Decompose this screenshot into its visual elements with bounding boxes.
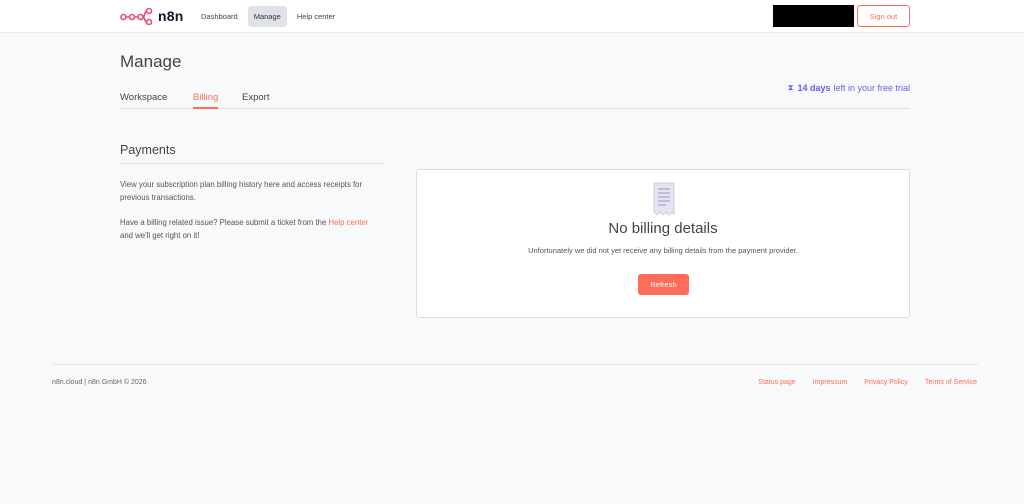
manage-tabs: Workspace Billing Export	[120, 92, 910, 109]
main-nav: Dashboard Manage Help center	[195, 6, 345, 27]
billing-details-card: No billing details Unfortunately we did …	[416, 169, 910, 318]
footer-link-impressum[interactable]: Impressum	[813, 379, 848, 386]
n8n-logo-icon	[120, 7, 153, 25]
footer-link-terms-of-service[interactable]: Terms of Service	[925, 379, 977, 386]
tab-workspace[interactable]: Workspace	[120, 92, 167, 109]
nav-manage[interactable]: Manage	[247, 6, 287, 27]
payments-description: View your subscription plan billing hist…	[120, 180, 363, 202]
receipt-icon	[653, 182, 675, 216]
no-billing-title: No billing details	[608, 220, 718, 237]
refresh-button[interactable]: Refresh	[638, 274, 689, 295]
help-center-link[interactable]: Help center	[328, 218, 368, 227]
footer-links: Status page Impressum Privacy Policy Ter…	[741, 379, 977, 386]
account-menu[interactable]	[773, 5, 854, 27]
nav-dashboard[interactable]: Dashboard	[195, 6, 244, 27]
billing-issue-suffix: and we'll get right on it!	[120, 231, 200, 240]
tab-export[interactable]: Export	[242, 92, 269, 109]
footer-link-privacy-policy[interactable]: Privacy Policy	[864, 379, 908, 386]
footer-divider	[52, 364, 978, 365]
footer-copyright: n8n.cloud | n8n GmbH © 2026	[52, 379, 147, 386]
billing-issue-prefix: Have a billing related issue? Please sub…	[120, 218, 329, 227]
logo-text: n8n	[158, 8, 184, 24]
tab-billing[interactable]: Billing	[193, 92, 219, 109]
no-billing-message: Unfortunately we did not yet receive any…	[528, 246, 798, 255]
n8n-logo[interactable]: n8n	[120, 7, 184, 25]
footer-link-status-page[interactable]: Status page	[758, 379, 795, 386]
page-title: Manage	[120, 52, 182, 71]
payments-divider	[120, 163, 384, 164]
top-bar: n8n Dashboard Manage Help center Sign ou…	[0, 0, 1024, 33]
nav-help-center[interactable]: Help center	[291, 6, 341, 27]
billing-issue-text: Have a billing related issue? Please sub…	[120, 216, 382, 242]
payments-heading: Payments	[120, 143, 176, 157]
sign-out-button[interactable]: Sign out	[857, 5, 910, 27]
